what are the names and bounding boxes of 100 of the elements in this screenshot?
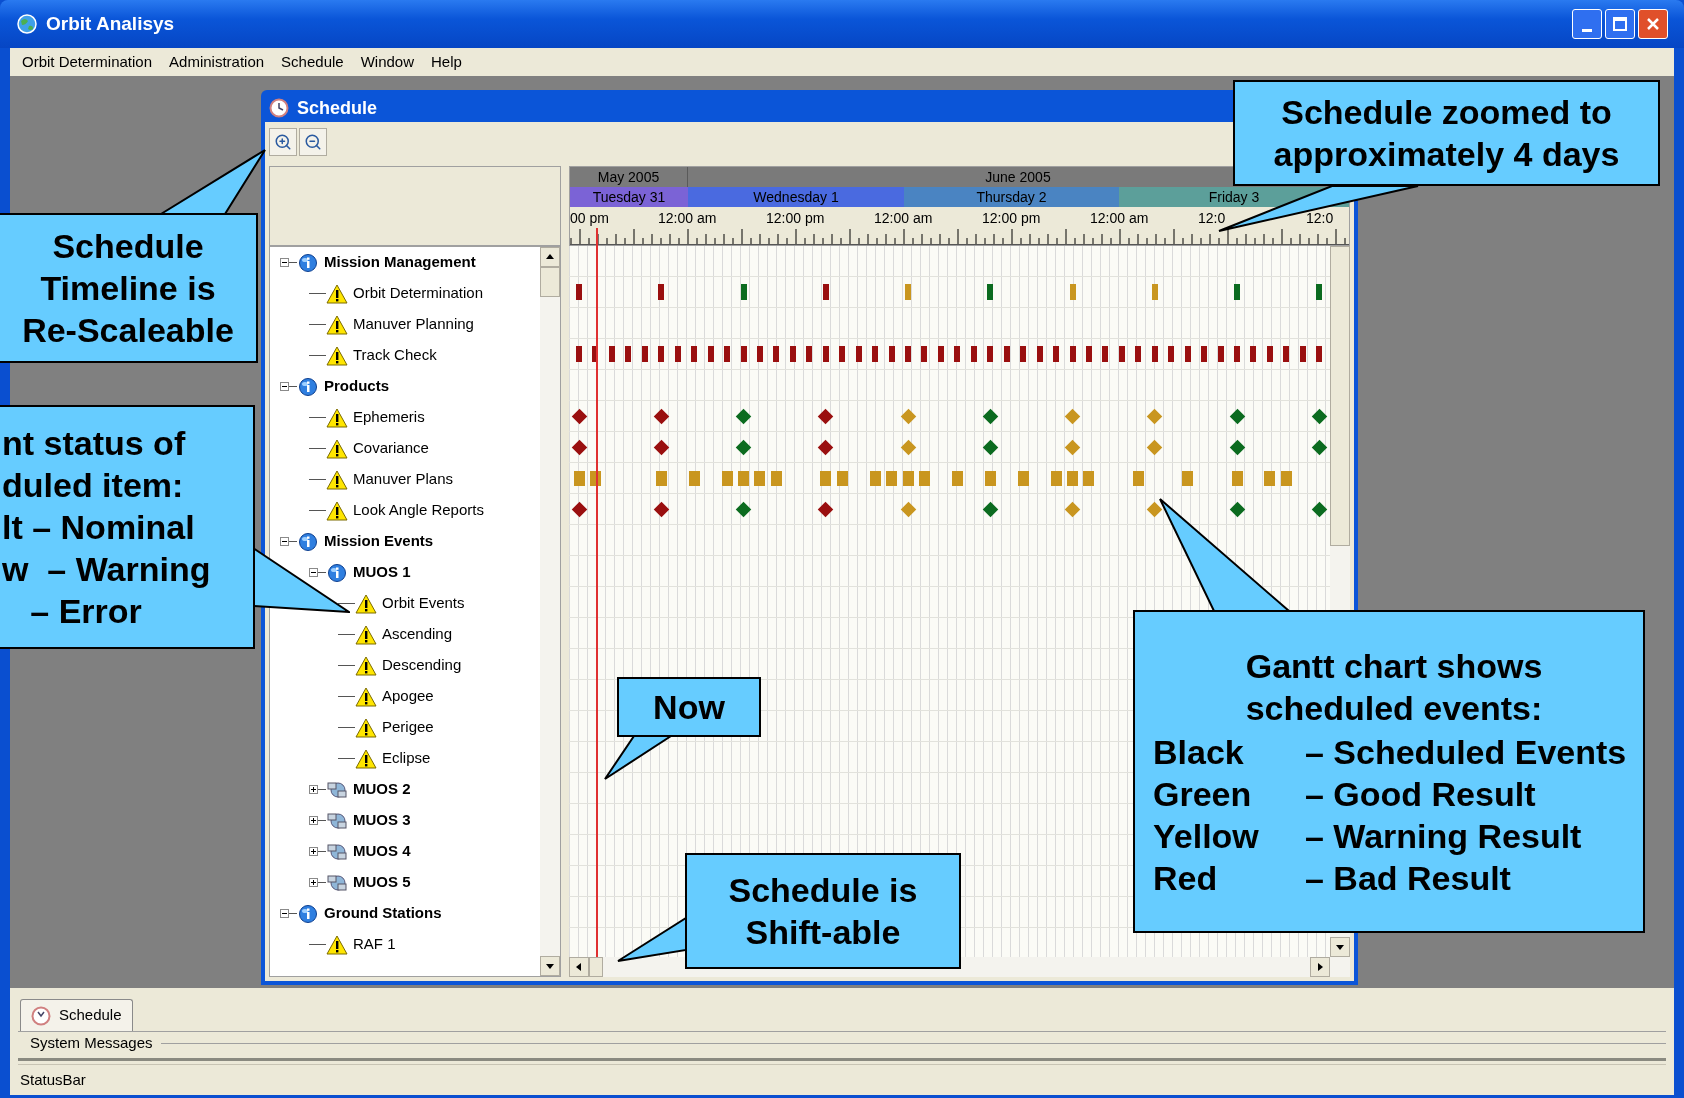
scrollbar-thumb[interactable]	[589, 957, 603, 977]
callout-text: Now	[652, 687, 726, 728]
tree-item[interactable]: MUOS 5	[353, 871, 411, 894]
collapse-icon[interactable]	[280, 537, 289, 546]
legend-term: Red	[1153, 857, 1219, 899]
expand-icon[interactable]	[309, 878, 318, 887]
scrollbar-thumb[interactable]	[1330, 246, 1350, 546]
scroll-button[interactable]	[1330, 937, 1350, 957]
legend-term: Yellow	[1153, 815, 1260, 857]
warning-icon	[355, 593, 377, 614]
info-icon	[297, 903, 319, 924]
tree-item[interactable]: MUOS 3	[353, 809, 411, 832]
legend-meaning: – Good Result	[1305, 774, 1536, 813]
arrow-right-icon	[1315, 962, 1325, 972]
arrow-down-icon	[545, 961, 555, 971]
arrow-down-icon	[1335, 942, 1345, 952]
minimize-button[interactable]	[1572, 9, 1602, 39]
warning-icon	[326, 500, 348, 521]
tree-item[interactable]: MUOS 4	[353, 840, 411, 863]
zoom-in-icon	[274, 133, 292, 151]
legend-meaning: – Scheduled Events	[1305, 732, 1627, 771]
tree-item[interactable]: Ephemeris	[353, 406, 425, 429]
warning-icon	[355, 748, 377, 769]
clock-icon	[31, 1005, 51, 1026]
scrollbar-thumb[interactable]	[540, 267, 560, 297]
menu-item[interactable]: Orbit Determination	[22, 50, 153, 74]
tree-item[interactable]: Perigee	[382, 716, 434, 739]
legend-term: Black	[1153, 731, 1245, 773]
zoom-in-button[interactable]	[269, 128, 297, 156]
tree-item[interactable]: Ground Stations	[324, 902, 442, 925]
network-icon	[326, 872, 348, 893]
tree-item[interactable]: Manuver Plans	[353, 468, 454, 491]
tree-item[interactable]: Mission Events	[324, 530, 434, 553]
network-icon	[326, 841, 348, 862]
expand-icon[interactable]	[309, 816, 318, 825]
tree-item[interactable]: Covariance	[353, 437, 429, 460]
collapse-icon[interactable]	[309, 568, 318, 577]
tree-item[interactable]: Apogee	[382, 685, 434, 708]
tree-item[interactable]: Eclipse	[382, 747, 431, 770]
tree-item[interactable]: Look Angle Reports	[353, 499, 484, 522]
tree-item[interactable]: MUOS 2	[353, 778, 411, 801]
network-icon	[326, 779, 348, 800]
tree-item[interactable]: Products	[324, 375, 389, 398]
close-icon	[1646, 17, 1660, 31]
warning-icon	[355, 655, 377, 676]
hour-label: 12:00 pm	[766, 209, 825, 228]
warning-icon	[326, 934, 348, 955]
collapse-icon[interactable]	[280, 382, 289, 391]
menu-item[interactable]: Window	[360, 50, 415, 74]
tree-item[interactable]: Track Check	[353, 344, 437, 367]
window-title: Schedule	[297, 96, 378, 120]
hour-label: 12:0	[1198, 209, 1226, 228]
warning-icon	[355, 624, 377, 645]
scroll-button[interactable]	[569, 957, 589, 977]
maximize-button[interactable]	[1605, 9, 1635, 39]
legend-meaning: – Warning Result	[1305, 816, 1582, 855]
zoom-out-button[interactable]	[299, 128, 327, 156]
menu-item[interactable]: Help	[431, 50, 462, 74]
tree-item[interactable]: Orbit Determination	[353, 282, 484, 305]
info-icon	[297, 252, 319, 273]
legend-term: Green	[1153, 773, 1253, 815]
expand-icon[interactable]	[309, 847, 318, 856]
callout-text: Schedule Timeline is Re-Scaleable	[21, 226, 235, 351]
panel-title: System Messages	[29, 1032, 153, 1053]
hour-label: 12:00 am	[658, 209, 717, 228]
clock-icon	[269, 98, 289, 118]
info-icon	[297, 531, 319, 552]
info-icon	[326, 562, 348, 583]
arrow-up-icon	[545, 252, 555, 262]
menu-item[interactable]: Schedule	[281, 50, 344, 74]
scroll-button[interactable]	[540, 956, 560, 976]
scrollbar[interactable]	[540, 247, 560, 976]
scroll-button[interactable]	[540, 247, 560, 267]
collapse-icon[interactable]	[280, 258, 289, 267]
legend-meaning: – Bad Result	[1305, 858, 1511, 897]
tree-item[interactable]: Ascending	[382, 623, 453, 646]
warning-icon	[326, 283, 348, 304]
expand-icon[interactable]	[309, 785, 318, 794]
day-label: Thursday 2	[904, 187, 1119, 207]
tree-item[interactable]: MUOS 1	[353, 561, 411, 584]
tree-item[interactable]: RAF 1	[353, 933, 396, 956]
tree-item[interactable]: Mission Management	[324, 251, 476, 274]
window-title: Orbit Analisys	[46, 11, 175, 36]
warning-icon	[326, 345, 348, 366]
callout-text: Schedule is Shift-able	[727, 870, 919, 953]
zoom-out-icon	[304, 133, 322, 151]
warning-icon	[326, 407, 348, 428]
close-button[interactable]	[1638, 9, 1668, 39]
day-label: Wednesday 1	[688, 187, 904, 207]
tree-item[interactable]: Orbit Events	[382, 592, 465, 615]
hour-label: 12:00 am	[1090, 209, 1149, 228]
day-label: Tuesday 31	[570, 187, 688, 207]
arrow-left-icon	[574, 962, 584, 972]
info-icon	[297, 376, 319, 397]
tree-item[interactable]: Manuver Planning	[353, 313, 474, 336]
window-tab[interactable]: Schedule	[20, 999, 133, 1031]
menu-item[interactable]: Administration	[169, 50, 265, 74]
tree-item[interactable]: Descending	[382, 654, 462, 677]
collapse-icon[interactable]	[280, 909, 289, 918]
scroll-button[interactable]	[1310, 957, 1330, 977]
